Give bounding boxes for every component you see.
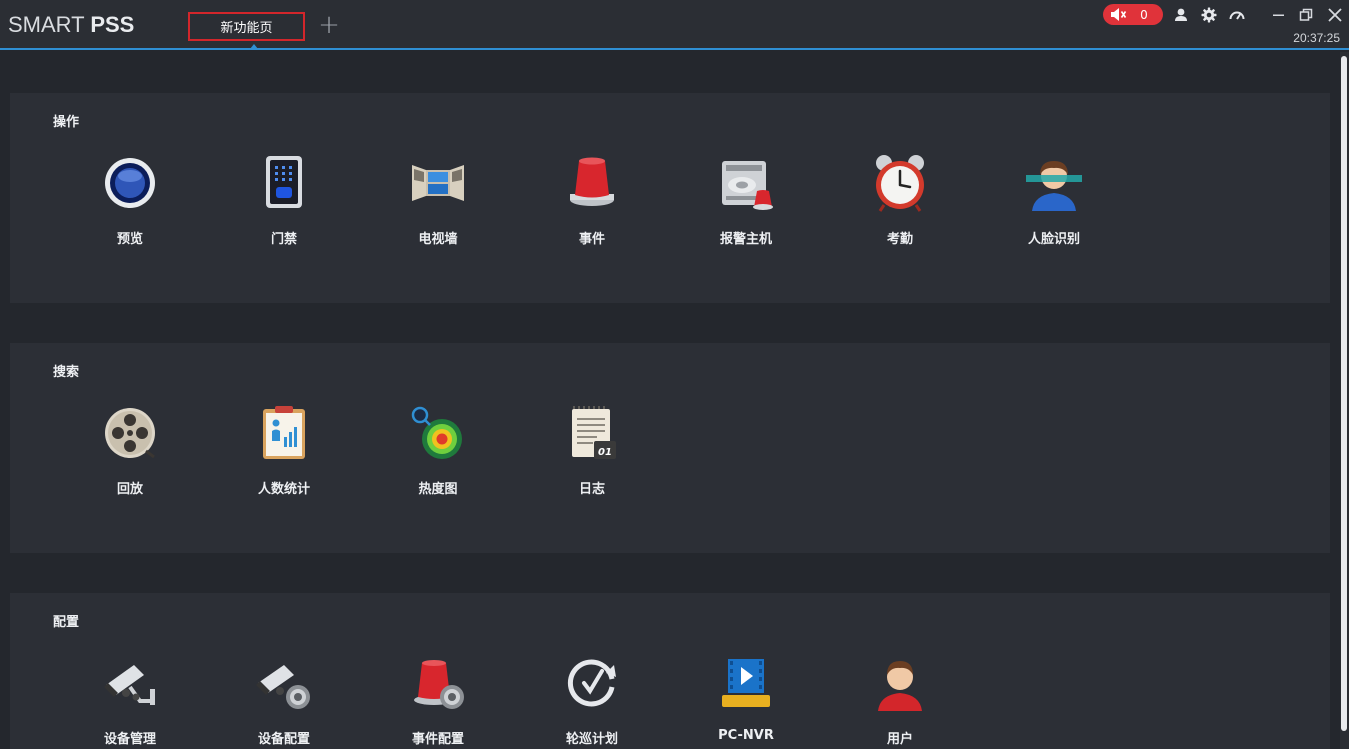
alarm-count: 0 bbox=[1140, 7, 1148, 22]
menu-item-device-manage[interactable]: 设备管理 bbox=[80, 653, 180, 749]
section-title: 搜索 bbox=[53, 365, 80, 380]
tab-label: 新功能页 bbox=[220, 21, 273, 36]
item-label: 预览 bbox=[116, 232, 143, 247]
menu-item-playback[interactable]: 回放 bbox=[80, 403, 180, 503]
menu-item-attendance[interactable]: 考勤 bbox=[850, 153, 950, 253]
item-label: 事件配置 bbox=[411, 732, 464, 747]
item-label: 用户 bbox=[886, 732, 913, 747]
app-logo: SMART PSS bbox=[8, 12, 135, 37]
people-count-icon bbox=[263, 406, 305, 459]
item-label: 设备配置 bbox=[257, 732, 310, 747]
menu-item-device-config[interactable]: 设备配置 bbox=[234, 653, 334, 749]
item-label: 门禁 bbox=[270, 232, 297, 247]
restore-icon[interactable] bbox=[1297, 6, 1315, 24]
section-search: 搜索 回放 人数统计 热度图 01 日志 bbox=[10, 343, 1330, 553]
menu-item-access-control[interactable]: 门禁 bbox=[234, 153, 334, 253]
performance-icon[interactable] bbox=[1228, 6, 1246, 24]
item-label: PC-NVR bbox=[718, 728, 774, 743]
item-label: 设备管理 bbox=[103, 732, 156, 747]
event-config-icon bbox=[414, 660, 464, 709]
alarm-sound-badge[interactable]: 0 bbox=[1103, 4, 1163, 25]
title-bar: SMART PSS 新功能页 + 0 20:37:25 bbox=[0, 0, 1349, 50]
log-notepad-icon: 01 bbox=[572, 406, 616, 459]
user-icon[interactable] bbox=[1172, 6, 1190, 24]
item-label: 报警主机 bbox=[719, 232, 772, 247]
event-alarm-icon bbox=[570, 157, 614, 206]
item-label: 人脸识别 bbox=[1027, 232, 1080, 247]
tour-plan-icon bbox=[567, 659, 616, 707]
section-title: 操作 bbox=[53, 115, 80, 130]
active-tab-indicator bbox=[250, 44, 258, 49]
close-icon[interactable] bbox=[1326, 6, 1344, 24]
menu-item-tour-plan[interactable]: 轮巡计划 bbox=[542, 653, 642, 749]
tab-new-function-page[interactable]: 新功能页 bbox=[188, 12, 305, 41]
section-operation: 操作 预览 门禁 电视墙 事件 报警主机 考勤 人脸识别 bbox=[10, 93, 1330, 303]
speaker-muted-icon bbox=[1111, 8, 1127, 21]
item-label: 事件 bbox=[578, 232, 605, 247]
menu-item-video-wall[interactable]: 电视墙 bbox=[388, 153, 488, 253]
item-label: 日志 bbox=[578, 482, 605, 497]
item-label: 电视墙 bbox=[418, 232, 458, 247]
alarm-clock-icon bbox=[876, 155, 924, 212]
camera-config-icon bbox=[256, 665, 310, 709]
face-recognition-icon bbox=[1026, 161, 1082, 211]
film-reel-icon bbox=[105, 408, 155, 459]
menu-item-pc-nvr[interactable]: PC-NVR bbox=[696, 653, 796, 749]
scrollbar-thumb[interactable] bbox=[1341, 56, 1347, 731]
section-config: 配置 设备管理 设备配置 事件配置 轮巡计划 PC-NVR 用户 bbox=[10, 593, 1330, 749]
heatmap-icon bbox=[411, 406, 462, 459]
pc-nvr-icon bbox=[722, 659, 770, 707]
gear-icon[interactable] bbox=[1200, 6, 1218, 24]
menu-item-people-count[interactable]: 人数统计 bbox=[234, 403, 334, 503]
menu-item-event-config[interactable]: 事件配置 bbox=[388, 653, 488, 749]
preview-icon bbox=[105, 158, 155, 208]
video-wall-icon bbox=[412, 165, 464, 201]
camera-manage-icon bbox=[104, 665, 155, 705]
item-label: 人数统计 bbox=[257, 482, 310, 497]
user-account-icon bbox=[878, 661, 922, 711]
section-title: 配置 bbox=[53, 615, 80, 630]
item-label: 热度图 bbox=[418, 482, 458, 497]
svg-text:01: 01 bbox=[598, 447, 612, 458]
item-label: 轮巡计划 bbox=[565, 732, 618, 747]
menu-item-face-recognition[interactable]: 人脸识别 bbox=[1004, 153, 1104, 253]
menu-item-user[interactable]: 用户 bbox=[850, 653, 950, 749]
menu-item-preview[interactable]: 预览 bbox=[80, 153, 180, 253]
menu-item-event[interactable]: 事件 bbox=[542, 153, 642, 253]
minimize-icon[interactable] bbox=[1270, 6, 1288, 24]
menu-item-alarm-host[interactable]: 报警主机 bbox=[696, 153, 796, 253]
item-label: 考勤 bbox=[886, 232, 913, 247]
clock-time: 20:37:25 bbox=[1293, 31, 1340, 45]
menu-item-heatmap[interactable]: 热度图 bbox=[388, 403, 488, 503]
access-control-icon bbox=[266, 156, 302, 208]
item-label: 回放 bbox=[116, 482, 143, 497]
add-tab-button[interactable]: + bbox=[317, 12, 341, 38]
alarm-host-icon bbox=[722, 161, 773, 210]
menu-item-log[interactable]: 01 日志 bbox=[542, 403, 642, 503]
